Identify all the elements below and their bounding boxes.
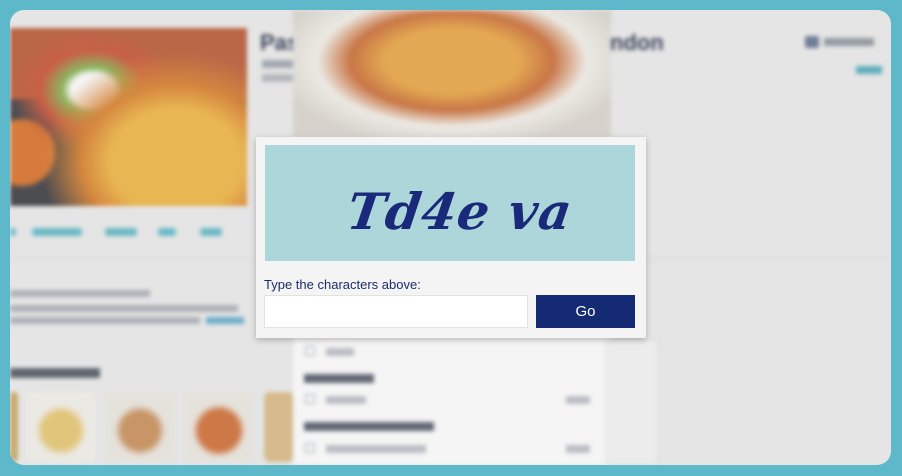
captcha-prompt: Type the characters above:	[264, 277, 421, 292]
go-button[interactable]: Go	[536, 295, 635, 328]
captcha-image: Td4e va	[265, 145, 635, 261]
captcha-input[interactable]	[264, 295, 528, 328]
captcha-characters: Td4e va	[344, 182, 577, 241]
captcha-distorted-text: Td4e va	[344, 182, 577, 241]
captcha-dialog: Td4e va Type the characters above: Go	[256, 137, 646, 338]
